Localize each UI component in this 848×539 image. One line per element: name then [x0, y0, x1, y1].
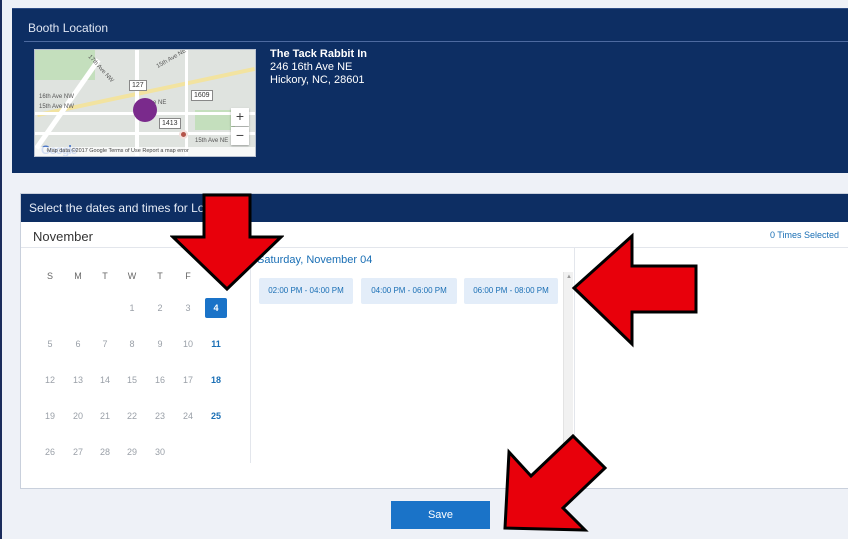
calendar-day: 7 — [102, 339, 108, 349]
calendar-day: 26 — [44, 447, 55, 457]
calendar-day: 8 — [129, 339, 135, 349]
arrow-diagonal-annotation-icon — [503, 433, 608, 532]
calendar: SMTWTFS 12345678910111213141516171819202… — [39, 266, 249, 478]
calendar-day: 22 — [126, 411, 137, 421]
calendar-day: 10 — [182, 339, 193, 349]
divider — [24, 41, 848, 42]
booth-city: Hickory, NC, 28601 — [270, 74, 365, 86]
location-map[interactable]: 15th Ave NE 17th Ave NW 16th Ave NW 15th… — [34, 49, 256, 157]
time-slot-button[interactable]: 06:00 PM - 08:00 PM — [464, 278, 558, 304]
page: Booth Location 15th Ave NE 17th Ave NW 1… — [0, 0, 848, 539]
calendar-day: 5 — [47, 339, 53, 349]
calendar-day[interactable]: 11 — [205, 334, 227, 354]
booth-name: The Tack Rabbit In — [270, 48, 367, 60]
calendar-day: 29 — [126, 447, 137, 457]
month-label: November — [33, 229, 93, 244]
zoom-in-button[interactable]: + — [231, 108, 249, 126]
month-row: November 0 Times Selected — [21, 222, 848, 248]
calendar-day: 13 — [72, 375, 83, 385]
calendar-day: 15 — [126, 375, 137, 385]
map-road — [185, 50, 188, 156]
poi-marker-icon — [179, 130, 188, 139]
map-street-label: 16th Ave NW — [39, 94, 74, 100]
calendar-day: 1 — [129, 303, 135, 313]
calendar-day: 21 — [99, 411, 110, 421]
time-slot-button[interactable]: 04:00 PM - 06:00 PM — [361, 278, 457, 304]
map-route-shield: 127 — [129, 80, 147, 91]
calendar-day: 17 — [182, 375, 193, 385]
save-button[interactable]: Save — [391, 501, 490, 529]
date-time-selection-panel: Select the dates and times for Lot Novem… — [20, 193, 848, 489]
calendar-week-row: 19 20 21 22 23 24 25 — [39, 406, 249, 442]
calendar-week-row: 12 13 14 15 16 17 18 — [39, 370, 249, 406]
calendar-day: 12 — [44, 375, 55, 385]
calendar-day-selected[interactable]: 4 — [205, 298, 227, 318]
calendar-week-row: 26 27 28 29 30 — [39, 442, 249, 478]
booth-location-title: Booth Location — [28, 21, 109, 35]
location-marker-icon[interactable] — [133, 98, 157, 122]
map-route-shield: 1609 — [191, 90, 213, 101]
map-road — [35, 132, 255, 135]
calendar-day: 16 — [154, 375, 165, 385]
weekday-label: T — [102, 271, 108, 281]
weekday-label: M — [74, 271, 82, 281]
calendar-day: 19 — [44, 411, 55, 421]
calendar-day: 23 — [154, 411, 165, 421]
calendar-day: 9 — [157, 339, 163, 349]
arrow-down-annotation-icon — [170, 193, 284, 292]
calendar-day[interactable]: 25 — [205, 406, 227, 426]
booth-address: The Tack Rabbit In 246 16th Ave NE Hicko… — [270, 48, 367, 87]
map-street-label: 15th Ave NW — [39, 104, 74, 110]
calendar-day[interactable]: 18 — [205, 370, 227, 390]
weekday-label: W — [127, 271, 137, 281]
calendar-day: 30 — [154, 447, 165, 457]
calendar-week-row: 1 2 3 4 — [39, 298, 249, 334]
calendar-day: 3 — [185, 303, 191, 313]
weekday-label: T — [157, 271, 163, 281]
calendar-day: 14 — [99, 375, 110, 385]
calendar-day: 20 — [72, 411, 83, 421]
map-route-shield: 1413 — [159, 118, 181, 129]
calendar-day: 27 — [72, 447, 83, 457]
calendar-day: 2 — [157, 303, 163, 313]
weekday-label: S — [46, 271, 53, 281]
times-selected-count: 0 Times Selected — [769, 230, 839, 240]
calendar-week-row: 5 6 7 8 9 10 11 — [39, 334, 249, 370]
arrow-left-annotation-icon — [571, 232, 698, 348]
zoom-out-button[interactable]: − — [231, 127, 249, 145]
selection-header: Select the dates and times for Lot — [21, 194, 848, 222]
calendar-day: 28 — [99, 447, 110, 457]
booth-street: 246 16th Ave NE — [270, 61, 353, 73]
calendar-day: 24 — [182, 411, 193, 421]
calendar-day: 6 — [75, 339, 81, 349]
map-street-label: 15th Ave NE — [155, 49, 188, 70]
map-street-label: 15th Ave NE — [195, 138, 229, 144]
map-attribution[interactable]: Map data ©2017 Google Terms of Use Repor… — [35, 147, 255, 156]
booth-location-panel: Booth Location 15th Ave NE 17th Ave NW 1… — [12, 8, 848, 173]
